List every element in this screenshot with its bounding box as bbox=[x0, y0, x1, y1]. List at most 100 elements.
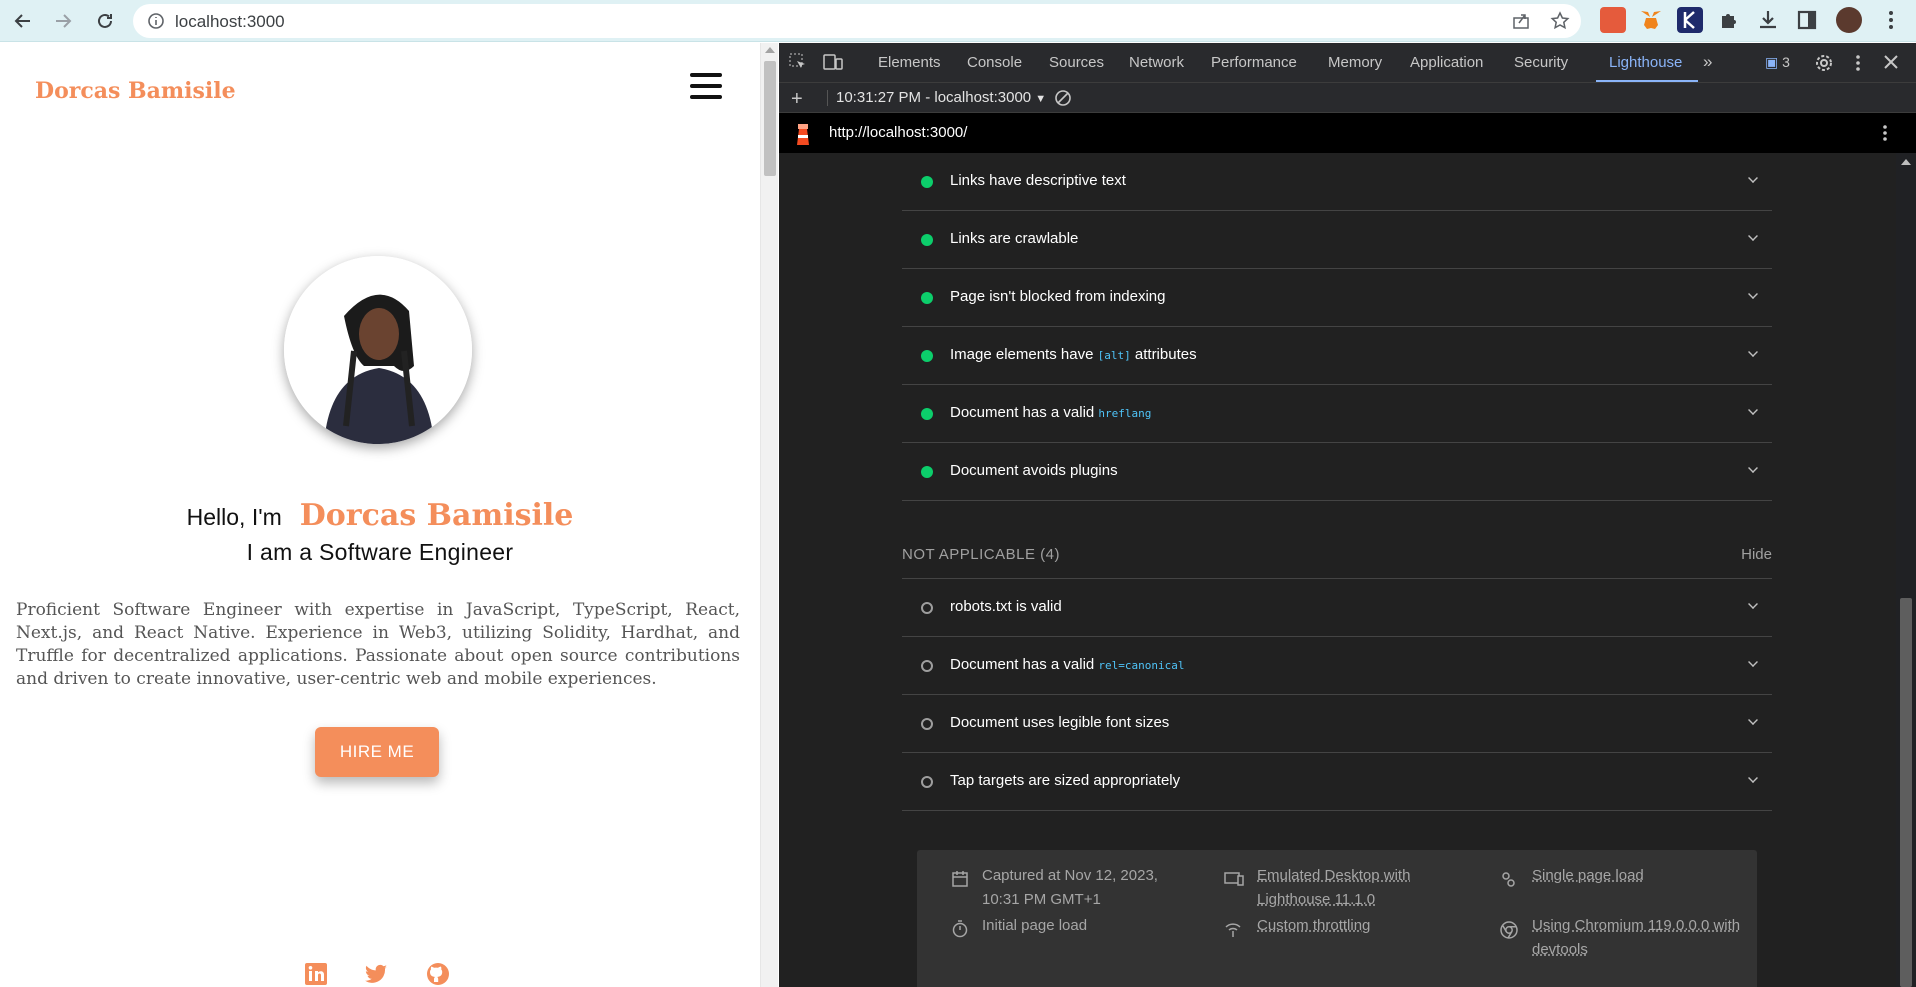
hamburger-menu-icon[interactable] bbox=[690, 73, 722, 103]
forward-icon[interactable] bbox=[50, 8, 76, 34]
chromium-line-2[interactable]: devtools bbox=[1532, 938, 1588, 962]
more-menu-icon[interactable] bbox=[1878, 7, 1904, 33]
initial-page-load: Initial page load bbox=[982, 917, 1088, 934]
lighthouse-logo-icon bbox=[793, 121, 813, 152]
audit-row[interactable]: Links are crawlable bbox=[902, 211, 1772, 269]
emulated-line-1[interactable]: Emulated Desktop with bbox=[1257, 864, 1410, 888]
audit-row[interactable]: Links have descriptive text bbox=[902, 153, 1772, 211]
reload-icon[interactable] bbox=[92, 8, 118, 34]
pass-dot-icon bbox=[921, 408, 933, 420]
tab-elements[interactable]: Elements bbox=[878, 54, 941, 71]
chevron-down-icon[interactable] bbox=[1748, 173, 1758, 183]
chevron-down-icon[interactable] bbox=[1748, 657, 1758, 667]
audit-title: Tap targets are sized appropriately bbox=[950, 772, 1181, 789]
audit-row[interactable]: Page isn't blocked from indexing bbox=[902, 269, 1772, 327]
devtools-tabbar: Elements Console Sources Network Perform… bbox=[779, 43, 1916, 83]
emulated-line-2[interactable]: Lighthouse 11.1.0 bbox=[1257, 888, 1375, 912]
report-url[interactable]: http://localhost:3000/ bbox=[829, 124, 967, 141]
issues-icon: ▣ bbox=[1765, 54, 1779, 70]
device-toolbar-icon[interactable] bbox=[823, 53, 843, 76]
inspect-element-icon[interactable] bbox=[789, 53, 807, 76]
captured-line-2: 10:31 PM GMT+1 bbox=[982, 891, 1101, 908]
na-circle-icon bbox=[921, 718, 933, 730]
chevron-down-icon[interactable] bbox=[1748, 463, 1758, 473]
keplr-icon[interactable] bbox=[1677, 7, 1703, 33]
audit-row[interactable]: Document has a valid hreflang bbox=[902, 385, 1772, 443]
audit-row[interactable]: Document avoids plugins bbox=[902, 443, 1772, 501]
hide-group-button[interactable]: Hide bbox=[1741, 546, 1772, 563]
custom-throttling[interactable]: Custom throttling bbox=[1257, 914, 1370, 938]
report-scrollbar[interactable] bbox=[1896, 153, 1916, 987]
greeting: Hello, I'm Dorcas Bamisile bbox=[0, 498, 760, 533]
tab-application[interactable]: Application bbox=[1410, 54, 1483, 71]
report-selector[interactable]: 10:31:27 PM - localhost:3000 ▼ bbox=[836, 89, 1046, 106]
more-tabs-icon[interactable]: » bbox=[1703, 52, 1712, 72]
audit-title: Document uses legible font sizes bbox=[950, 714, 1170, 731]
github-icon[interactable] bbox=[425, 961, 451, 987]
chevron-down-icon[interactable] bbox=[1748, 405, 1758, 415]
tab-console[interactable]: Console bbox=[967, 54, 1022, 71]
twitter-icon[interactable] bbox=[363, 961, 389, 987]
site-logo[interactable]: Dorcas Bamisile bbox=[35, 78, 236, 104]
chromium-line-1[interactable]: Using Chromium 119.0.0.0 with bbox=[1532, 914, 1740, 938]
audit-row[interactable]: robots.txt is valid bbox=[902, 579, 1772, 637]
active-tab-indicator bbox=[1596, 80, 1698, 82]
address-bar[interactable]: localhost:3000 bbox=[133, 4, 1581, 38]
tab-performance[interactable]: Performance bbox=[1211, 54, 1297, 71]
chromium-icon bbox=[1499, 920, 1518, 939]
clear-reports-icon[interactable] bbox=[1054, 89, 1072, 112]
chevron-down-icon[interactable] bbox=[1748, 289, 1758, 299]
captured-line-1: Captured at Nov 12, 2023, bbox=[982, 867, 1158, 884]
tab-network[interactable]: Network bbox=[1129, 54, 1184, 71]
audit-row[interactable]: Tap targets are sized appropriately bbox=[902, 753, 1772, 811]
audit-title: Document has a valid rel=canonical bbox=[950, 656, 1185, 673]
chevron-down-icon[interactable] bbox=[1748, 599, 1758, 609]
tab-security[interactable]: Security bbox=[1514, 54, 1568, 71]
audit-title: Links have descriptive text bbox=[950, 172, 1126, 189]
chevron-down-icon[interactable] bbox=[1748, 231, 1758, 241]
sidepanel-icon[interactable] bbox=[1794, 7, 1820, 33]
greeting-text: Hello, I'm bbox=[186, 504, 282, 530]
report-menu-icon[interactable] bbox=[1881, 123, 1889, 148]
linkedin-icon[interactable] bbox=[303, 961, 329, 987]
page-scrollbar[interactable] bbox=[760, 43, 778, 987]
profile-avatar[interactable] bbox=[1836, 7, 1862, 33]
bookmark-star-icon[interactable] bbox=[1550, 11, 1570, 36]
pass-dot-icon bbox=[921, 176, 933, 188]
back-icon[interactable] bbox=[10, 8, 36, 34]
extension-icon[interactable] bbox=[1600, 7, 1626, 33]
chevron-down-icon[interactable] bbox=[1748, 715, 1758, 725]
single-page-load[interactable]: Single page load bbox=[1532, 864, 1644, 888]
tab-lighthouse[interactable]: Lighthouse bbox=[1609, 54, 1682, 71]
tab-memory[interactable]: Memory bbox=[1328, 54, 1382, 71]
desktop-device-icon bbox=[1224, 870, 1244, 888]
audit-row[interactable]: Document has a valid rel=canonical bbox=[902, 637, 1772, 695]
chevron-down-icon[interactable] bbox=[1748, 773, 1758, 783]
issues-counter[interactable]: ▣ 3 bbox=[1765, 54, 1790, 71]
metamask-icon[interactable] bbox=[1638, 7, 1664, 33]
hire-me-button[interactable]: HIRE ME bbox=[315, 727, 439, 777]
na-circle-icon bbox=[921, 602, 933, 614]
url-text[interactable]: localhost:3000 bbox=[175, 12, 285, 32]
runtime-settings-footer: Captured at Nov 12, 2023, 10:31 PM GMT+1… bbox=[917, 850, 1757, 987]
audit-row[interactable]: Image elements have [alt] attributes bbox=[902, 327, 1772, 385]
info-icon[interactable] bbox=[147, 12, 165, 35]
profile-photo bbox=[284, 256, 472, 444]
audit-row[interactable]: Document uses legible font sizes bbox=[902, 695, 1772, 753]
close-devtools-icon[interactable] bbox=[1883, 54, 1899, 75]
devtools-more-icon[interactable] bbox=[1854, 53, 1862, 78]
share-icon[interactable] bbox=[1511, 11, 1531, 36]
na-circle-icon bbox=[921, 660, 933, 672]
single-page-icon bbox=[1499, 870, 1517, 888]
website-viewport: Dorcas Bamisile Hello, I'm Dorcas Bamisil… bbox=[0, 43, 760, 987]
settings-gear-icon[interactable] bbox=[1814, 53, 1834, 78]
chevron-down-icon[interactable] bbox=[1748, 347, 1758, 357]
new-report-icon[interactable]: + bbox=[791, 88, 803, 111]
puzzle-icon[interactable] bbox=[1716, 7, 1742, 33]
tab-sources[interactable]: Sources bbox=[1049, 54, 1104, 71]
download-icon[interactable] bbox=[1755, 7, 1781, 33]
lighthouse-report: Links have descriptive text Links are cr… bbox=[779, 153, 1896, 987]
report-selector-text: 10:31:27 PM - localhost:3000 bbox=[836, 89, 1032, 106]
audit-title: Image elements have [alt] attributes bbox=[950, 346, 1197, 363]
group-title: NOT APPLICABLE (4) bbox=[902, 546, 1060, 563]
